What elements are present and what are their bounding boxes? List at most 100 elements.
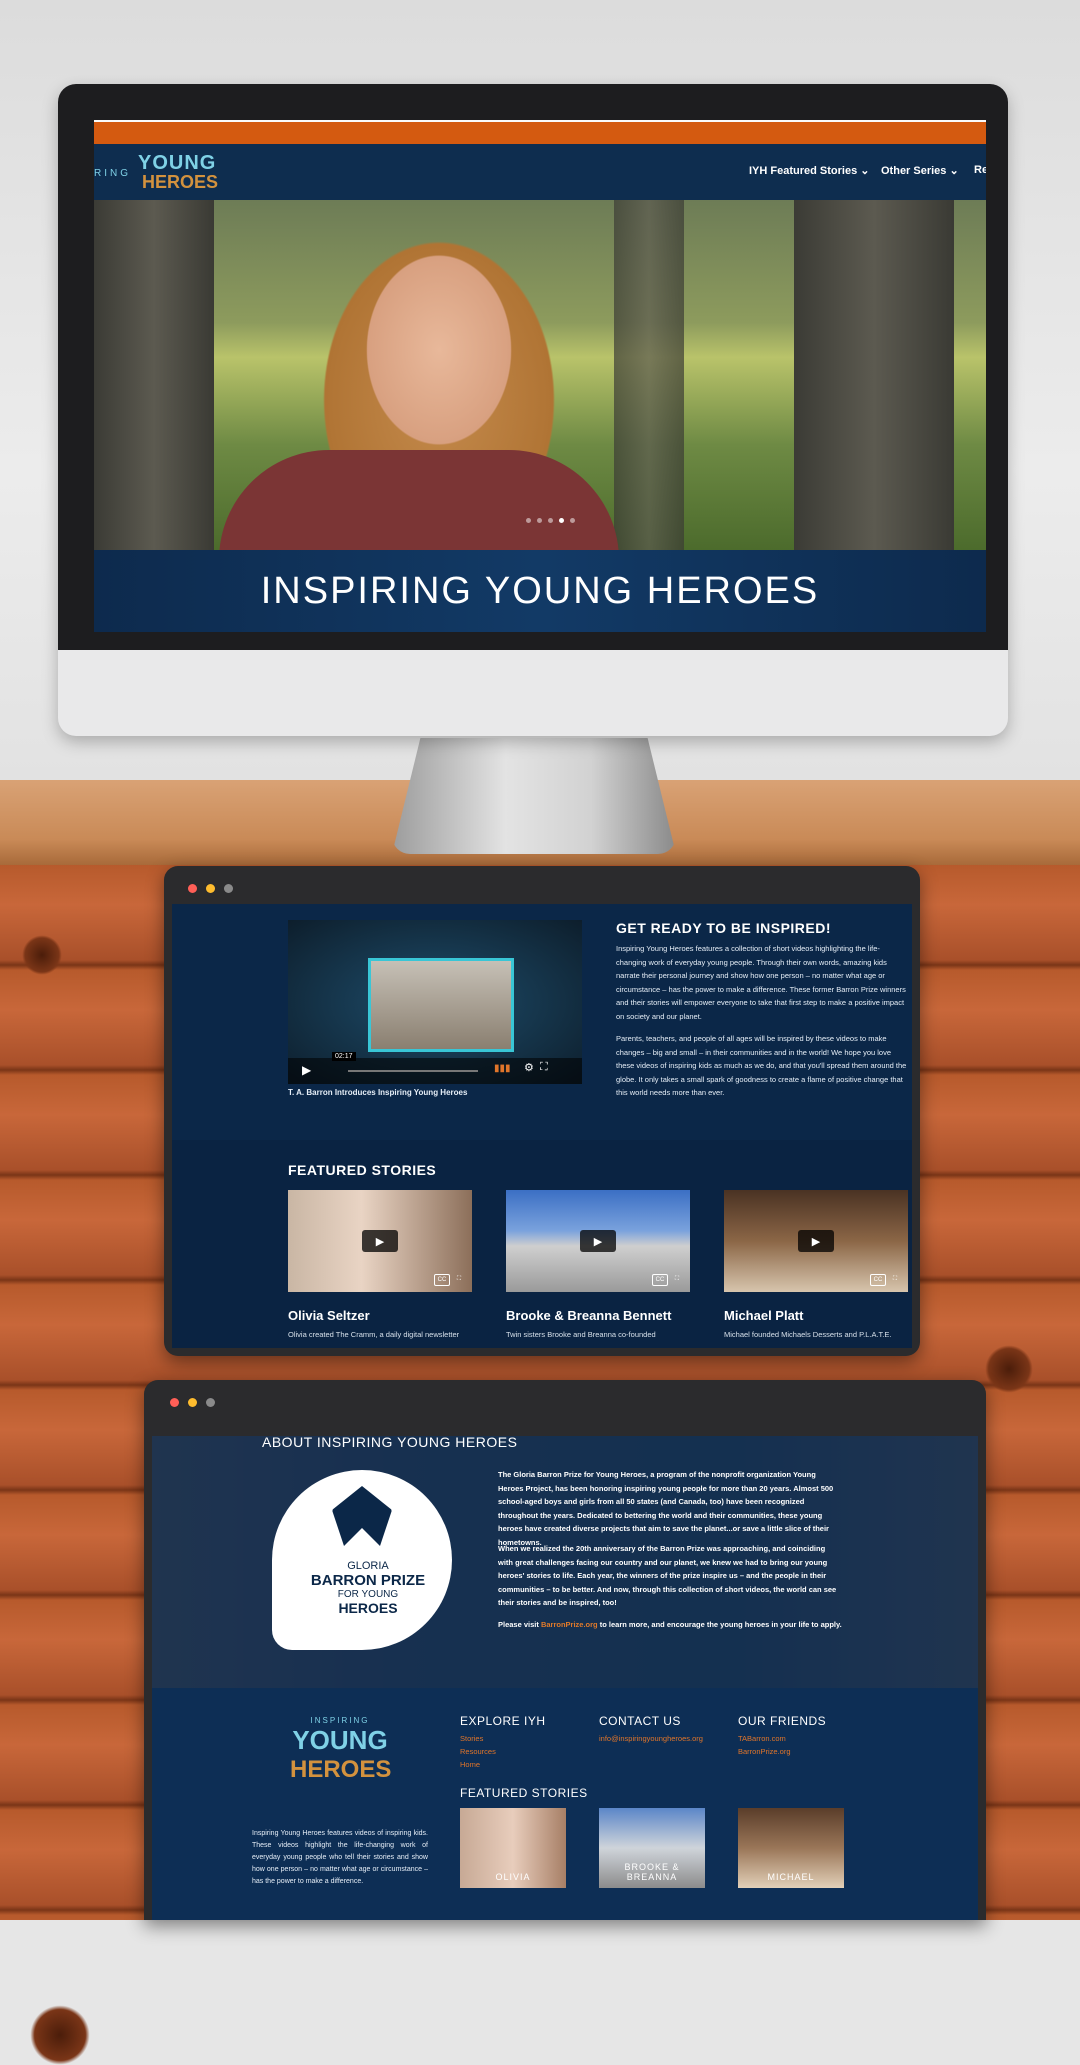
footer-link-home[interactable]: Home xyxy=(460,1760,480,1769)
about-visit-text: Please visit xyxy=(498,1620,541,1629)
window-minimize-button[interactable] xyxy=(206,884,215,893)
footer-thumb-olivia[interactable]: OLIVIA xyxy=(460,1808,566,1888)
intro-paragraph-1: Inspiring Young Heroes features a collec… xyxy=(616,944,906,1021)
fullscreen-icon[interactable]: ⛶ xyxy=(888,1274,902,1284)
logo-text-gloria: GLORIA xyxy=(347,1560,389,1572)
wood-knot xyxy=(22,935,62,975)
footer-thumb-michael[interactable]: MICHAEL xyxy=(738,1808,844,1888)
window-zoom-button[interactable] xyxy=(224,884,233,893)
fullscreen-icon[interactable]: ⛶ xyxy=(452,1274,466,1284)
title-banner: INSPIRING YOUNG HEROES xyxy=(94,550,986,632)
video-controls: ▶ 02:17 ▮▮▮ ⚙ ⛶ xyxy=(288,1052,582,1084)
story-name-olivia[interactable]: Olivia Seltzer xyxy=(288,1308,370,1323)
story-name-brooke-breanna[interactable]: Brooke & Breanna Bennett xyxy=(506,1308,671,1323)
slider-dot[interactable] xyxy=(548,518,553,523)
about-paragraph-3: Please visit BarronPrize.org to learn mo… xyxy=(498,1618,858,1632)
site-footer: INSPIRING YOUNG HEROES Inspiring Young H… xyxy=(152,1688,978,1920)
footer-explore-heading: EXPLORE IYH xyxy=(460,1714,546,1728)
footer-thumb-brooke-breanna[interactable]: BROOKE & BREANNA xyxy=(599,1808,705,1888)
slider-dot[interactable] xyxy=(570,518,575,523)
captions-icon[interactable]: CC xyxy=(870,1274,886,1286)
footer-logo-inspiring: INSPIRING xyxy=(310,1716,370,1725)
window-close-button[interactable] xyxy=(188,884,197,893)
window-minimize-button[interactable] xyxy=(188,1398,197,1407)
window-zoom-button[interactable] xyxy=(206,1398,215,1407)
story-desc-michael: Michael founded Michaels Desserts and P.… xyxy=(724,1330,892,1339)
about-paragraph-2: When we realized the 20th anniversary of… xyxy=(498,1544,837,1607)
about-heading: ABOUT INSPIRING YOUNG HEROES xyxy=(262,1436,518,1450)
barronprize-link[interactable]: BarronPrize.org xyxy=(541,1620,598,1629)
tree-trunk xyxy=(94,200,214,550)
slider-dot[interactable] xyxy=(537,518,542,523)
about-paragraph-1: The Gloria Barron Prize for Young Heroes… xyxy=(498,1470,834,1547)
footer-logo-heroes: HEROES xyxy=(290,1756,392,1783)
logo-text-for-young: FOR YOUNG xyxy=(337,1589,399,1600)
story-video-michael[interactable]: ▶ CC ⛶ xyxy=(724,1190,908,1292)
video-thumbnail xyxy=(368,958,514,1052)
captions-icon[interactable]: CC xyxy=(434,1274,450,1286)
slider-dots[interactable] xyxy=(526,518,575,523)
logo-text-barron-prize: BARRON PRIZE xyxy=(310,1572,426,1589)
story-video-brooke-breanna[interactable]: ▶ CC ⛶ xyxy=(506,1190,690,1292)
play-icon[interactable]: ▶ xyxy=(798,1230,834,1252)
footer-link-barronprize[interactable]: BarronPrize.org xyxy=(738,1747,791,1756)
wood-knot xyxy=(985,1345,1033,1393)
intro-heading: GET READY TO BE INSPIRED! xyxy=(616,920,832,936)
nav-featured-stories[interactable]: IYH Featured Stories ⌄ xyxy=(749,164,869,177)
top-accent-bar xyxy=(94,122,986,144)
footer-thumb-label: BROOKE & BREANNA xyxy=(624,1862,680,1882)
hero-slider-image xyxy=(94,200,986,560)
play-icon[interactable]: ▶ xyxy=(580,1230,616,1252)
wood-knot xyxy=(30,2005,90,2065)
flower-icon xyxy=(332,1486,392,1546)
logo-ring-text: RING xyxy=(94,168,131,179)
footer-blurb: Inspiring Young Heroes features videos o… xyxy=(252,1830,428,1885)
settings-gear-icon[interactable]: ⚙ xyxy=(524,1061,534,1074)
story-video-olivia[interactable]: ▶ CC ⛶ xyxy=(288,1190,472,1292)
story-name-michael[interactable]: Michael Platt xyxy=(724,1308,803,1323)
footer-contact-heading: CONTACT US xyxy=(599,1714,681,1728)
footer-featured-heading: FEATURED STORIES xyxy=(460,1786,588,1800)
about-learn-more-text: to learn more, and encourage the young h… xyxy=(597,1620,842,1629)
slider-dot[interactable] xyxy=(559,518,564,523)
story-desc-brooke-breanna: Twin sisters Brooke and Breanna co-found… xyxy=(506,1330,656,1339)
tree-trunk xyxy=(614,200,684,550)
logo-text-group: GLORIA BARRON PRIZE FOR YOUNG HEROES xyxy=(308,1560,428,1616)
logo-text-heroes: HEROES xyxy=(338,1600,398,1616)
intro-paragraph-2: Parents, teachers, and people of all age… xyxy=(616,1034,907,1097)
nav-item-cutoff[interactable]: Re xyxy=(974,164,986,176)
footer-link-stories[interactable]: Stories xyxy=(460,1734,483,1743)
about-page: ABOUT INSPIRING YOUNG HEROES GLORIA BARR… xyxy=(152,1436,978,1920)
footer-friends-heading: OUR FRIENDS xyxy=(738,1714,827,1728)
captions-icon[interactable]: CC xyxy=(652,1274,668,1286)
intro-video-player[interactable]: ▶ 02:17 ▮▮▮ ⚙ ⛶ xyxy=(288,920,582,1084)
footer-logo-young: YOUNG xyxy=(292,1725,388,1755)
logo-heroes: HEROES xyxy=(142,172,219,192)
barron-prize-logo: GLORIA BARRON PRIZE FOR YOUNG HEROES xyxy=(272,1470,452,1650)
nav-other-series[interactable]: Other Series ⌄ xyxy=(881,164,959,177)
imac-monitor: RING YOUNG HEROES IYH Featured Stories ⌄… xyxy=(58,84,1008,736)
intro-page: ▶ 02:17 ▮▮▮ ⚙ ⛶ T. A. Barron Introduces … xyxy=(172,904,912,1348)
fullscreen-icon[interactable]: ⛶ xyxy=(670,1274,684,1284)
footer-link-tabarron[interactable]: TABarron.com xyxy=(738,1734,786,1743)
person-figure xyxy=(219,450,619,560)
footer-contact-email[interactable]: info@inspiringyoungheroes.org xyxy=(599,1734,703,1743)
volume-icon[interactable]: ▮▮▮ xyxy=(494,1063,511,1074)
footer-thumb-label: OLIVIA xyxy=(495,1872,531,1882)
slider-dot[interactable] xyxy=(526,518,531,523)
video-time: 02:17 xyxy=(332,1052,356,1061)
video-progress-bar[interactable] xyxy=(348,1070,478,1072)
fullscreen-icon[interactable]: ⛶ xyxy=(540,1061,548,1074)
footer-logo[interactable]: INSPIRING YOUNG HEROES xyxy=(290,1716,392,1812)
video-caption: T. A. Barron Introduces Inspiring Young … xyxy=(288,1088,468,1097)
window-close-button[interactable] xyxy=(170,1398,179,1407)
footer-thumb-label: MICHAEL xyxy=(767,1872,815,1882)
footer-link-resources[interactable]: Resources xyxy=(460,1747,496,1756)
banner-title: INSPIRING YOUNG HEROES xyxy=(260,569,820,612)
play-icon[interactable]: ▶ xyxy=(362,1230,398,1252)
desktop-webpage: RING YOUNG HEROES IYH Featured Stories ⌄… xyxy=(94,122,986,632)
play-icon[interactable]: ▶ xyxy=(302,1063,311,1077)
browser-window-about: ABOUT INSPIRING YOUNG HEROES GLORIA BARR… xyxy=(144,1380,986,1920)
site-logo[interactable]: RING YOUNG HEROES xyxy=(94,148,218,196)
monitor-stand xyxy=(392,738,676,854)
